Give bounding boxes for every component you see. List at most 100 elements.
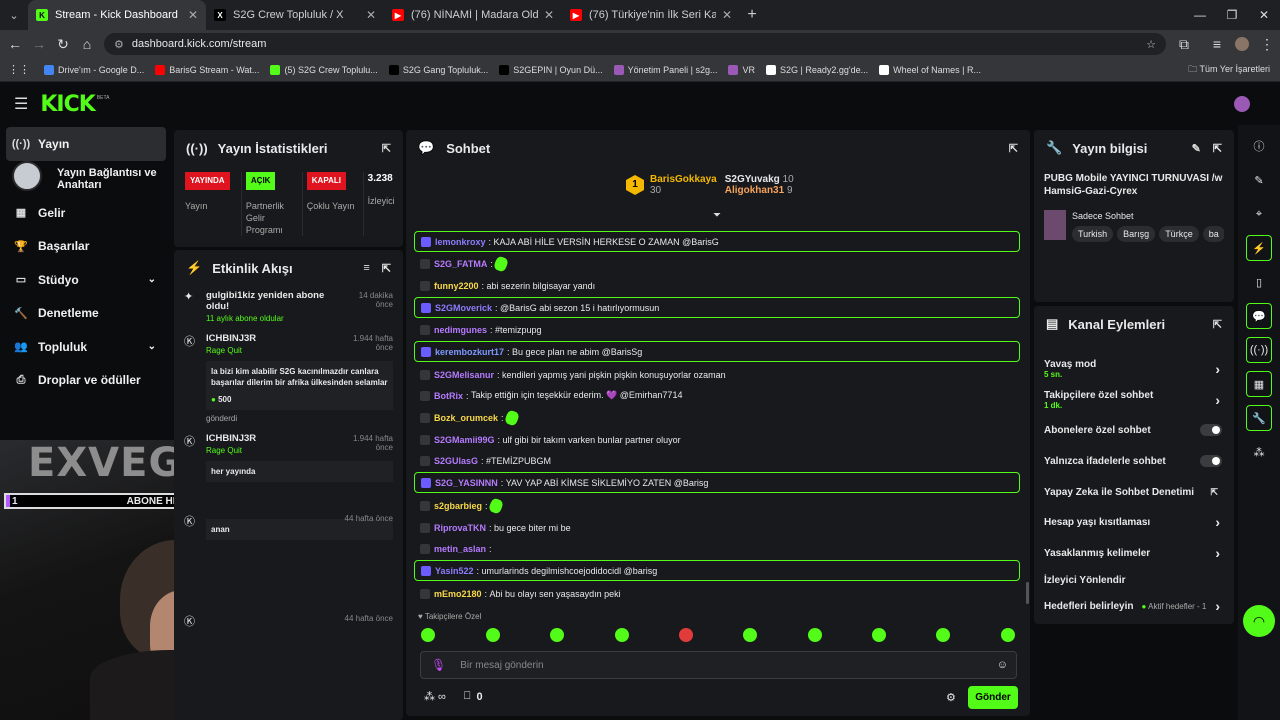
bookmark-item[interactable]: S2G Gang Topluluk... <box>388 64 488 75</box>
popout-icon[interactable]: ⇱ <box>1213 142 1222 155</box>
browser-tab[interactable]: ▶ (76) Türkiye'nin İlk Seri Katili: A ✕ <box>562 0 740 30</box>
broadcast-icon[interactable]: ((·)) <box>1246 337 1272 363</box>
bookmark-item[interactable]: Yönetim Paneli | s2g... <box>613 64 717 75</box>
chat-input[interactable]: 🎙 Bir mesaj gönderin ☺ <box>420 651 1017 679</box>
chat-username[interactable]: S2GMamii99G <box>434 435 495 445</box>
close-window-icon[interactable]: ✕ <box>1248 8 1280 22</box>
extensions-icon[interactable]: ⧉ <box>1172 36 1196 53</box>
site-info-icon[interactable]: ⚙ <box>114 38 124 51</box>
chat-username[interactable]: nedimgunes <box>434 325 487 335</box>
browser-tab[interactable]: ▶ (76) NİNAMİ | Madara Olduk # ✕ <box>384 0 562 30</box>
bookmark-item[interactable]: Drive'ım - Google D... <box>44 64 144 75</box>
gifter-2-name[interactable]: S2GYuvakg <box>725 174 780 185</box>
emote-icon[interactable] <box>936 628 950 642</box>
bookmark-item[interactable]: (5) S2G Crew Toplulu... <box>270 64 378 75</box>
chat-username[interactable]: RiprovaTKN <box>434 523 486 533</box>
emote-icon[interactable] <box>421 628 435 642</box>
tab-close-icon[interactable]: ✕ <box>366 8 376 22</box>
bookmark-item[interactable]: Wheel of Names | R... <box>879 64 981 75</box>
all-bookmarks[interactable]: 🗀 Tüm Yer İşaretleri <box>1188 62 1270 78</box>
edit-icon[interactable]: ✎ <box>1192 142 1201 155</box>
chat-scrollbar[interactable] <box>1026 582 1029 604</box>
tab-close-icon[interactable]: ✕ <box>188 8 198 22</box>
chat-username[interactable]: funny2200 <box>434 281 479 291</box>
home-icon[interactable]: ⌂ <box>75 36 99 52</box>
user-avatar[interactable] <box>1234 96 1250 112</box>
gift-icon[interactable]: ⎕ <box>464 690 471 703</box>
sidebar-item[interactable]: 👥 Topluluk ⌄ <box>0 330 172 364</box>
url-input[interactable]: ⚙ dashboard.kick.com/stream ☆ <box>104 33 1166 55</box>
points-icon[interactable]: ⁂ ∞ <box>424 690 446 703</box>
kick-logo[interactable]: KICK <box>40 92 95 117</box>
chat-username[interactable]: metin_aslan <box>434 544 486 554</box>
activity-user[interactable]: ICHBINJ3R <box>206 333 346 344</box>
support-headset-icon[interactable]: ◠ <box>1243 605 1275 637</box>
pinned-toggle-icon[interactable]: ⏷ <box>713 210 721 221</box>
emoji-icon[interactable]: ☺ <box>997 659 1008 671</box>
reload-icon[interactable]: ↻ <box>51 36 75 53</box>
channel-action[interactable]: Yalnızca ifadelerle sohbet <box>1034 446 1234 476</box>
tag-chip[interactable]: ba <box>1202 226 1224 242</box>
tab-close-icon[interactable]: ✕ <box>544 8 554 22</box>
bookmark-item[interactable]: S2G | Ready2.gg'de... <box>765 64 868 75</box>
emote-icon[interactable] <box>550 628 564 642</box>
info-icon[interactable]: ⓘ <box>1246 133 1272 159</box>
profile-avatar[interactable] <box>1235 37 1249 51</box>
sidebar-item[interactable]: 🔨 Denetleme <box>0 297 172 331</box>
apps-grid-icon[interactable]: ⋮⋮ <box>8 63 30 76</box>
chat-username[interactable]: s2gbarbieg <box>434 501 482 511</box>
channel-action[interactable]: Yasaklanmış kelimeler › <box>1034 538 1234 568</box>
chat-icon[interactable]: 💬 <box>1246 303 1272 329</box>
new-tab-button[interactable]: + <box>740 6 764 24</box>
popout-icon[interactable]: ⇱ <box>382 142 391 155</box>
chat-username[interactable]: S2G_FATMA <box>434 259 487 269</box>
chat-username[interactable]: Yasin522 <box>435 566 474 576</box>
layout-icon[interactable]: ▦ <box>1246 371 1272 397</box>
emote-icon[interactable] <box>743 628 757 642</box>
browser-tab[interactable]: K Stream - Kick Dashboard ✕ <box>28 0 206 30</box>
browser-tab[interactable]: X S2G Crew Topluluk / X ✕ <box>206 0 384 30</box>
channel-action[interactable]: Hesap yaşı kısıtlaması › <box>1034 507 1234 537</box>
channel-action[interactable]: Takipçilere özel sohbet 1 dk. › <box>1034 385 1234 415</box>
channel-action[interactable]: Yavaş mod 5 sn. › <box>1034 354 1234 384</box>
mic-icon[interactable]: 🎙 <box>431 658 446 672</box>
tag-chip[interactable]: Türkçe <box>1159 226 1199 242</box>
send-button[interactable]: Gönder <box>968 686 1018 709</box>
channel-action[interactable]: Abonelere özel sohbet <box>1034 415 1234 445</box>
minimize-icon[interactable]: — <box>1184 8 1216 22</box>
chat-username[interactable]: BotRix <box>434 391 463 401</box>
gifter-3-name[interactable]: Aligokhan31 <box>725 185 784 196</box>
toggle-switch[interactable] <box>1200 455 1222 467</box>
sidebar-item[interactable]: ((·)) Yayın <box>6 127 166 161</box>
chat-username[interactable]: S2GUlasG <box>434 456 478 466</box>
emote-icon[interactable] <box>1001 628 1015 642</box>
emote-icon[interactable] <box>679 628 693 642</box>
pen-icon[interactable]: ✎ <box>1246 167 1272 193</box>
popout-icon[interactable]: ⇱ <box>1213 318 1222 331</box>
chat-username[interactable]: mEmo2180 <box>434 589 482 599</box>
emote-icon[interactable] <box>486 628 500 642</box>
bookmark-star-icon[interactable]: ☆ <box>1146 38 1156 51</box>
crop-icon[interactable]: ⌖ <box>1246 201 1272 227</box>
tag-chip[interactable]: Barışg <box>1117 226 1156 242</box>
tab-search-icon[interactable]: ⌄ <box>0 0 28 30</box>
tab-close-icon[interactable]: ✕ <box>722 8 732 22</box>
sidebar-item[interactable]: ▦ Gelir <box>0 196 172 230</box>
chat-username[interactable]: S2G_YASINNN <box>435 478 498 488</box>
back-icon[interactable]: ← <box>3 36 27 52</box>
popout-icon[interactable]: ⇱ <box>1009 142 1018 155</box>
maximize-icon[interactable]: ❐ <box>1216 8 1248 22</box>
hamburger-menu-icon[interactable]: ☰ <box>14 94 28 114</box>
sidebar-item[interactable]: ▭ Stüdyo ⌄ <box>0 263 172 297</box>
bolt-icon[interactable]: ⚡ <box>1246 235 1272 261</box>
document-icon[interactable]: ▯ <box>1246 269 1272 295</box>
emote-icon[interactable] <box>808 628 822 642</box>
chat-settings-icon[interactable]: ⚙ <box>946 691 956 704</box>
top-gifter-name[interactable]: BarisGokkaya <box>650 174 717 185</box>
sidebar-item[interactable]: 🏆 Başarılar <box>0 230 172 264</box>
menu-dots-icon[interactable]: ⋮ <box>1255 36 1279 53</box>
chat-username[interactable]: kerembozkurt17 <box>435 347 504 357</box>
chat-username[interactable]: lemonkroxy <box>435 237 486 247</box>
channel-action[interactable]: Yapay Zeka ile Sohbet Denetimi ⇱ <box>1034 477 1234 507</box>
bookmark-item[interactable]: BarisG Stream - Wat... <box>155 64 259 75</box>
